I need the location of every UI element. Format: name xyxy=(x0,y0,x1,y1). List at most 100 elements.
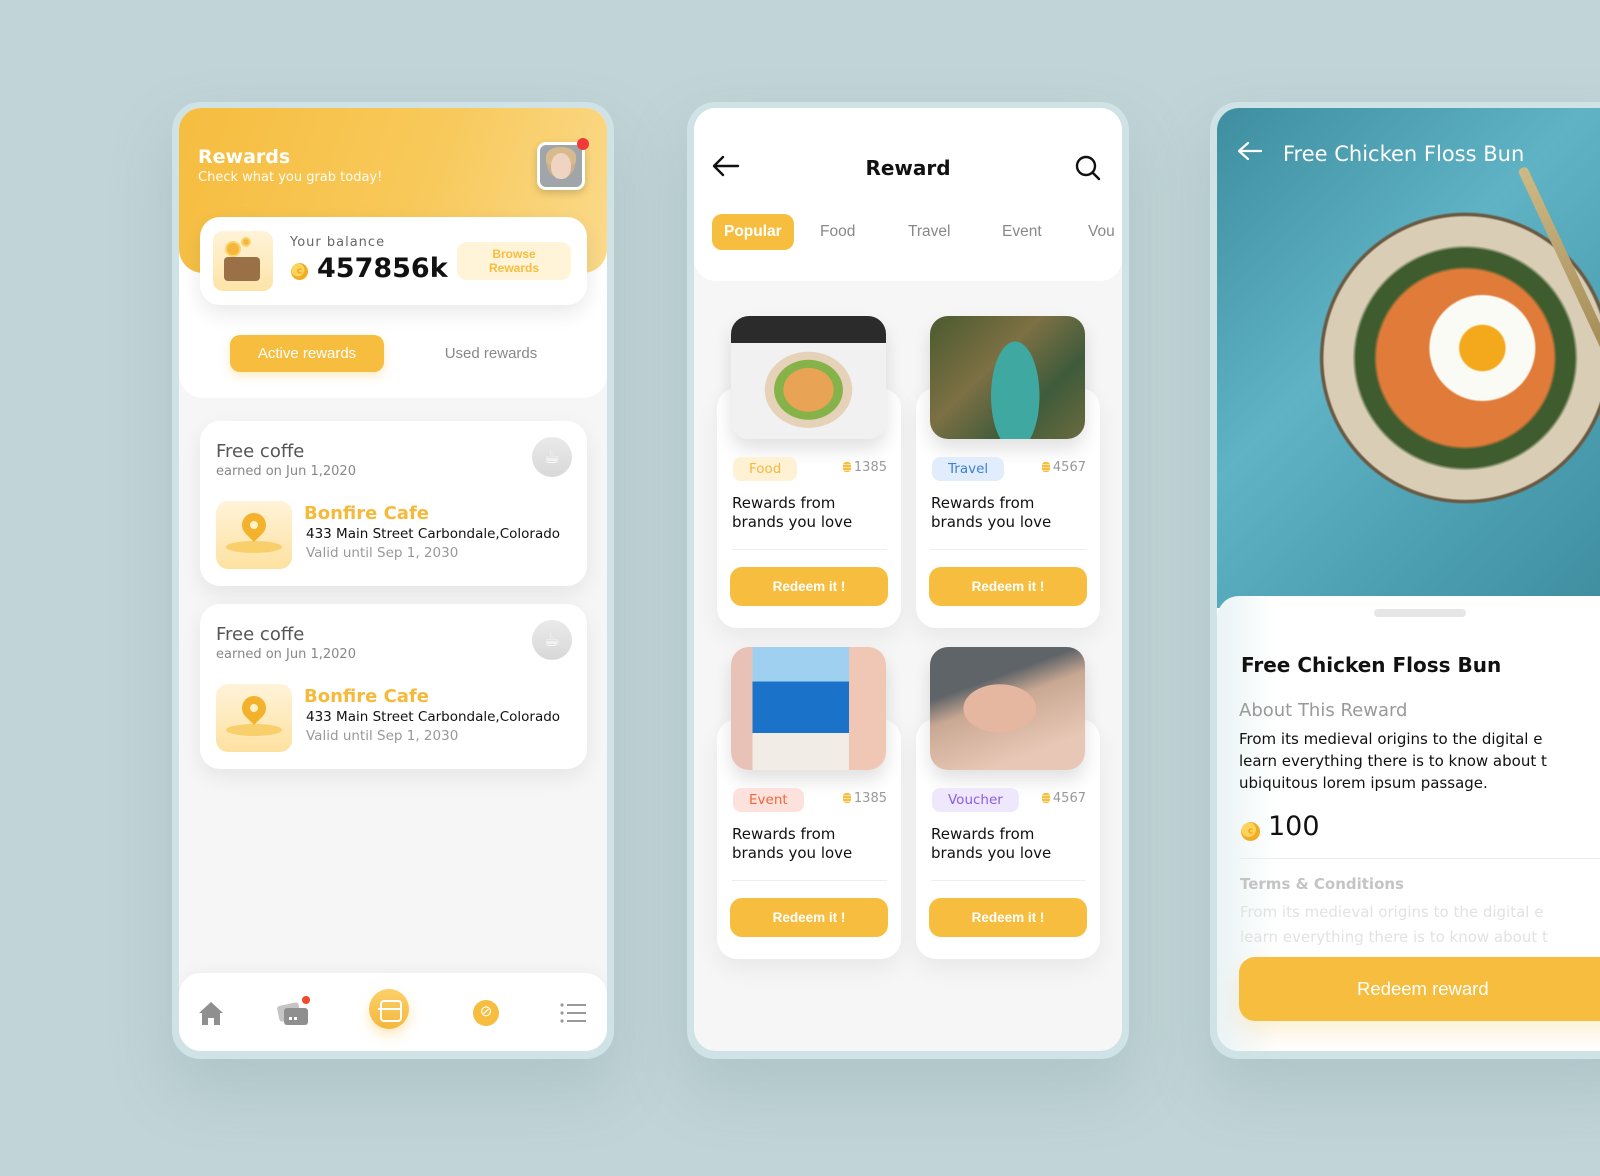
coffee-cup-icon: ☕ xyxy=(532,620,572,660)
page-subtitle: Check what you grab today! xyxy=(198,170,383,185)
location-pin-icon xyxy=(237,691,271,725)
reward-card[interactable]: Travel 4567 Rewards from brands you love… xyxy=(916,316,1100,628)
search-button[interactable] xyxy=(1074,154,1102,182)
category-tabs: Popular Food Travel Event Vou xyxy=(706,214,1122,250)
reward-card[interactable]: Food 1385 Rewards from brands you love R… xyxy=(717,316,901,628)
reward-place: Bonfire Cafe xyxy=(304,686,429,707)
avatar[interactable] xyxy=(537,142,585,190)
points-value: 4567 xyxy=(1052,791,1086,806)
redeem-reward-button[interactable]: Redeem reward xyxy=(1239,957,1600,1021)
wallet-coin-icon xyxy=(241,237,251,247)
browse-rewards-button[interactable]: Browse Rewards xyxy=(457,242,571,280)
points-value: 1385 xyxy=(853,791,887,806)
card-title: Rewards from brands you love xyxy=(931,494,1052,531)
detail-sheet: Free Chicken Floss Bun About This Reward… xyxy=(1217,596,1600,1051)
category-tag: Food xyxy=(733,457,798,481)
tab-active-rewards[interactable]: Active rewards xyxy=(230,335,384,372)
redeem-button[interactable]: Redeem it ! xyxy=(730,567,888,606)
about-line: From its medieval origins to the digital… xyxy=(1239,730,1543,748)
location-plate xyxy=(226,541,282,553)
tab-voucher[interactable]: Vou xyxy=(1076,214,1122,250)
category-tag: Travel xyxy=(932,457,1005,481)
coffee-cup-icon: ☕ xyxy=(532,437,572,477)
arrow-left-icon xyxy=(1237,141,1263,161)
points: 4567 xyxy=(1041,791,1086,806)
detail-phone: Free Chicken Floss Bun Free Chicken Flos… xyxy=(1210,102,1600,1059)
nav-menu[interactable] xyxy=(551,993,595,1033)
location-plate xyxy=(226,724,282,736)
reward-card[interactable]: Event 1385 Rewards from brands you love … xyxy=(717,647,901,959)
terms-line: learn everything there is to know about … xyxy=(1240,928,1548,946)
hero-title: Free Chicken Floss Bun xyxy=(1283,142,1525,166)
coin-stack-icon xyxy=(1041,793,1050,803)
reward-item[interactable]: Free coffe earned on Jun 1,2020 ☕ Bonfir… xyxy=(200,421,587,586)
price-value: 100 xyxy=(1268,811,1320,842)
coin-stack-icon xyxy=(842,462,851,472)
reward-title: Free Chicken Floss Bun xyxy=(1241,653,1502,677)
wallet-coin-icon xyxy=(225,241,241,257)
detail-screen: Free Chicken Floss Bun Free Chicken Flos… xyxy=(1217,108,1600,1051)
santorini-sea-image xyxy=(731,647,886,770)
food-hero-image: Free Chicken Floss Bun xyxy=(1217,108,1600,608)
sheet-drag-handle[interactable] xyxy=(1374,609,1466,617)
back-button[interactable] xyxy=(1237,140,1263,169)
reward-list-phone: Reward Popular Food Travel Event Vou Foo… xyxy=(687,102,1129,1059)
page-title: Rewards xyxy=(198,146,291,168)
redeem-button[interactable]: Redeem it ! xyxy=(929,898,1087,937)
points: 1385 xyxy=(842,791,887,806)
nav-home[interactable] xyxy=(189,993,233,1033)
notification-dot xyxy=(577,138,589,150)
fork-graphic xyxy=(1517,165,1600,352)
points-value: 1385 xyxy=(853,460,887,475)
card-title: Rewards from brands you love xyxy=(931,825,1052,862)
terms-line: From its medieval origins to the digital… xyxy=(1240,903,1544,921)
tab-popular[interactable]: Popular xyxy=(712,214,794,250)
massage-image xyxy=(930,647,1085,770)
points-value: 4567 xyxy=(1052,460,1086,475)
coin-icon xyxy=(1241,822,1260,841)
reward-list-screen: Reward Popular Food Travel Event Vou Foo… xyxy=(694,108,1122,1051)
divider xyxy=(1239,858,1600,859)
bottom-nav xyxy=(179,973,607,1051)
reward-title: Free coffe xyxy=(216,624,305,645)
badge-icon xyxy=(473,1000,499,1026)
nav-badge[interactable] xyxy=(464,993,508,1033)
card-title: Rewards from brands you love xyxy=(732,825,853,862)
tab-used-rewards[interactable]: Used rewards xyxy=(411,335,571,372)
wallet-icon xyxy=(213,231,273,291)
coin-icon xyxy=(291,263,308,280)
reward-place: Bonfire Cafe xyxy=(304,503,429,524)
coin-stack-icon xyxy=(842,793,851,803)
rewards-phone: Rewards Check what you grab today! Your … xyxy=(172,102,614,1059)
reward-card[interactable]: Voucher 4567 Rewards from brands you lov… xyxy=(916,647,1100,959)
river-palms-image xyxy=(930,316,1085,439)
tab-food[interactable]: Food xyxy=(808,214,867,250)
tab-event[interactable]: Event xyxy=(990,214,1054,250)
reward-earned-date: earned on Jun 1,2020 xyxy=(216,464,356,479)
cards-badge-dot xyxy=(302,996,310,1004)
nav-scan[interactable] xyxy=(367,989,411,1029)
redeem-button[interactable]: Redeem it ! xyxy=(730,898,888,937)
reward-valid-until: Valid until Sep 1, 2030 xyxy=(306,728,459,744)
divider xyxy=(931,880,1086,881)
tab-travel[interactable]: Travel xyxy=(896,214,963,250)
coin-stack-icon xyxy=(1041,462,1050,472)
terms-text: From its medieval origins to the digital… xyxy=(1240,900,1600,950)
points: 1385 xyxy=(842,460,887,475)
divider xyxy=(931,549,1086,550)
home-icon xyxy=(199,1002,223,1025)
reward-item[interactable]: Free coffe earned on Jun 1,2020 ☕ Bonfir… xyxy=(200,604,587,769)
redeem-button[interactable]: Redeem it ! xyxy=(929,567,1087,606)
nav-cards[interactable] xyxy=(272,993,316,1033)
about-label: About This Reward xyxy=(1239,700,1408,721)
reward-address: 433 Main Street Carbondale,Colorado xyxy=(306,709,561,725)
about-text: From its medieval origins to the digital… xyxy=(1239,728,1600,794)
divider xyxy=(732,549,887,550)
food-bowl-image xyxy=(731,316,886,439)
location-icon xyxy=(216,501,292,569)
terms-label: Terms & Conditions xyxy=(1240,875,1404,893)
balance-label: Your balance xyxy=(290,235,386,250)
reward-valid-until: Valid until Sep 1, 2030 xyxy=(306,545,459,561)
category-tag: Event xyxy=(733,788,804,812)
reward-title: Free coffe xyxy=(216,441,305,462)
